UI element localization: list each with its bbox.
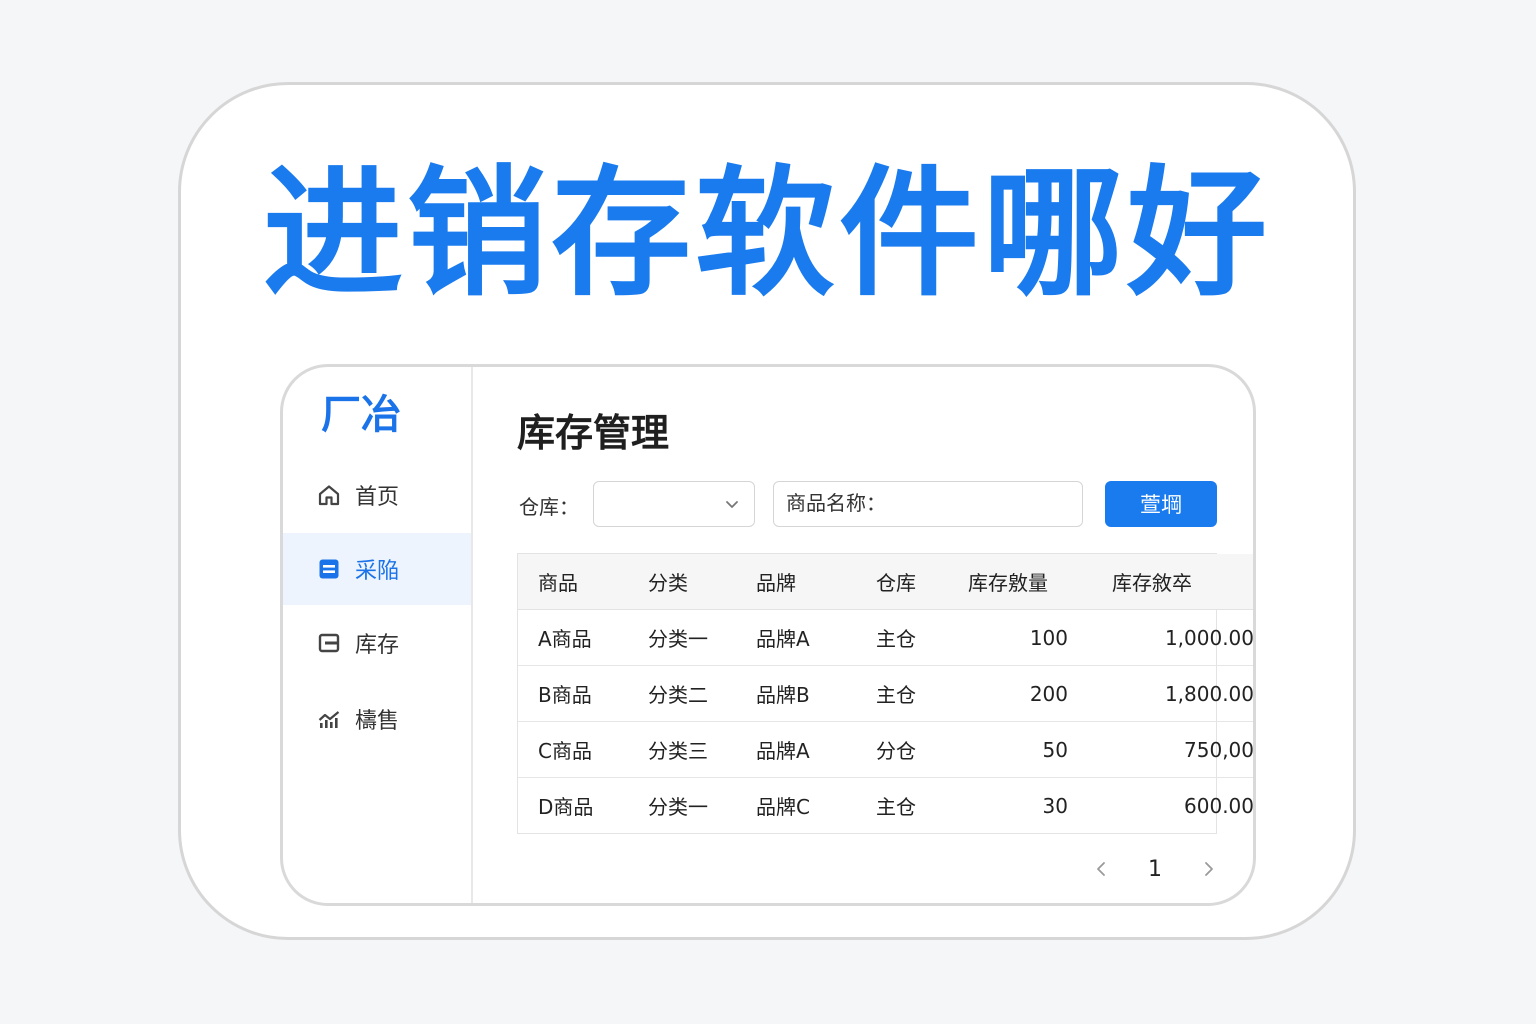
cell-product: B商品: [518, 665, 648, 722]
sidebar: 厂冶 首页 采陥 库存 檮售: [283, 367, 473, 903]
cell-amount: 750,00: [1088, 721, 1253, 778]
app-logo: 厂冶: [321, 392, 401, 438]
cell-amount: 600.00: [1184, 793, 1254, 818]
cell-amount: 1,800.00: [1088, 665, 1253, 722]
cell-category: 分类一: [648, 795, 708, 819]
cell-category: 分类二: [648, 665, 756, 722]
cell-brand: 品牌B: [756, 665, 876, 722]
current-page-number[interactable]: 1: [1148, 857, 1162, 882]
sidebar-item-label: 首页: [355, 485, 400, 510]
sidebar-item-purchase[interactable]: 采陥: [283, 533, 471, 605]
cell-warehouse: 主仓: [876, 609, 958, 666]
column-header-warehouse[interactable]: 仓库: [876, 554, 958, 610]
sidebar-item-inventory[interactable]: 库存: [283, 607, 471, 679]
product-name-input[interactable]: 商品名称：: [773, 481, 1083, 527]
next-page-button[interactable]: [1201, 859, 1217, 879]
inventory-table: 商品 分类 品牌 仓库 库存敫量 库存敘卒 A商品 分类一 品牌A 主仓 100: [517, 553, 1253, 834]
column-header-amount[interactable]: 库存敘卒: [1088, 554, 1253, 610]
cell-brand: 品牌A: [756, 721, 876, 778]
table-row[interactable]: D商品 分类一 品牌C 主仓 30 600.00: [518, 778, 1254, 834]
cell-category: 分类三: [648, 721, 756, 778]
column-header-quantity[interactable]: 库存敫量: [958, 554, 1088, 610]
cell-product: D商品: [538, 795, 594, 819]
sidebar-item-sales[interactable]: 檮售: [283, 683, 471, 755]
headline: 进销存软件哪好: [262, 153, 1271, 316]
purchase-list-icon: [317, 557, 341, 581]
home-icon: [317, 483, 341, 507]
chevron-right-icon: [1205, 862, 1213, 876]
cell-quantity: 50: [958, 721, 1088, 778]
cell-warehouse: 主仓: [876, 795, 916, 819]
sidebar-item-label: 檮售: [355, 709, 400, 734]
pagination: 1: [1093, 851, 1217, 887]
chevron-left-icon: [1097, 862, 1105, 876]
cell-product: A商品: [518, 609, 648, 666]
cell-brand: 品牌C: [756, 795, 810, 819]
main-panel: 库存管理 仓库： 商品名称： 萱堈 商品 分类 品牌 仓库 库存敫量 库存敘卒 …: [473, 367, 1253, 903]
cell-warehouse: 分仓: [876, 721, 958, 778]
app-window: 厂冶 首页 采陥 库存 檮售 库存管理 仓库： 商品名称： 萱堈 商品 分类 品…: [280, 364, 1256, 906]
inventory-box-icon: [317, 631, 341, 655]
cell-quantity: 200: [958, 665, 1088, 722]
cell-brand: 品牌A: [756, 609, 876, 666]
cell-quantity: 100: [958, 609, 1088, 666]
sidebar-item-label: 库存: [355, 633, 400, 658]
column-header-brand[interactable]: 品牌: [756, 554, 876, 610]
warehouse-select[interactable]: [593, 481, 755, 527]
warehouse-label: 仓库：: [519, 495, 579, 519]
cell-warehouse: 主仓: [876, 665, 958, 722]
table-header-row: 商品 分类 品牌 仓库 库存敫量 库存敘卒: [518, 554, 1253, 610]
column-header-product[interactable]: 商品: [518, 554, 648, 610]
cell-quantity: 30: [1042, 793, 1068, 818]
column-header-category[interactable]: 分类: [648, 554, 756, 610]
prev-page-button[interactable]: [1093, 859, 1109, 879]
table-row[interactable]: A商品 分类一 品牌A 主仓 100 1,000.00: [518, 609, 1253, 666]
query-button[interactable]: 萱堈: [1105, 481, 1217, 527]
table-row[interactable]: C商品 分类三 品牌A 分仓 50 750,00: [518, 721, 1253, 778]
cell-product: C商品: [518, 721, 648, 778]
cell-amount: 1,000.00: [1088, 609, 1253, 666]
cell-category: 分类一: [648, 609, 756, 666]
chevron-down-icon: [724, 496, 740, 516]
sidebar-item-home[interactable]: 首页: [283, 459, 471, 531]
page-title: 库存管理: [517, 411, 670, 455]
sales-chart-icon: [317, 707, 341, 731]
table-row[interactable]: B商品 分类二 品牌B 主仓 200 1,800.00: [518, 665, 1253, 722]
sidebar-item-label: 采陥: [355, 559, 400, 584]
